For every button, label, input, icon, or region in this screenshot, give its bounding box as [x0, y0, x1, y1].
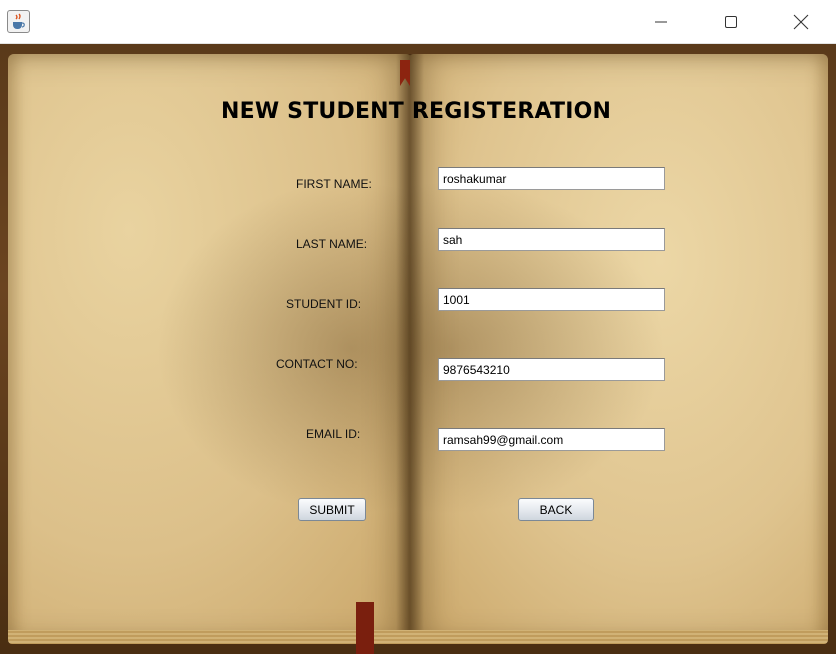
bookmark-ribbon-bottom [356, 602, 374, 654]
first-name-label: FIRST NAME: [296, 177, 372, 191]
student-id-field[interactable] [438, 288, 665, 311]
close-icon [793, 14, 809, 30]
first-name-field[interactable] [438, 167, 665, 190]
java-cup-icon [7, 10, 30, 33]
email-id-field[interactable] [438, 428, 665, 451]
book-background [0, 44, 836, 654]
maximize-button[interactable] [696, 0, 766, 44]
back-button[interactable]: BACK [518, 498, 594, 521]
book-left-page [8, 54, 412, 642]
close-button[interactable] [766, 0, 836, 44]
book-page-edges [8, 630, 828, 644]
submit-button[interactable]: SUBMIT [298, 498, 366, 521]
last-name-label: LAST NAME: [296, 237, 368, 251]
page-title: NEW STUDENT REGISTERATION [221, 99, 612, 124]
minimize-icon [655, 21, 667, 23]
contact-no-field[interactable] [438, 358, 665, 381]
contact-no-label: CONTACT NO: [276, 357, 358, 371]
window-title-bar [0, 0, 836, 44]
book-spine [396, 54, 424, 642]
minimize-button[interactable] [626, 0, 696, 44]
student-id-label: STUDENT ID: [286, 297, 362, 311]
last-name-field[interactable] [438, 228, 665, 251]
email-id-label: EMAIL ID: [306, 427, 361, 441]
book-right-page [408, 54, 828, 642]
maximize-icon [725, 16, 737, 28]
